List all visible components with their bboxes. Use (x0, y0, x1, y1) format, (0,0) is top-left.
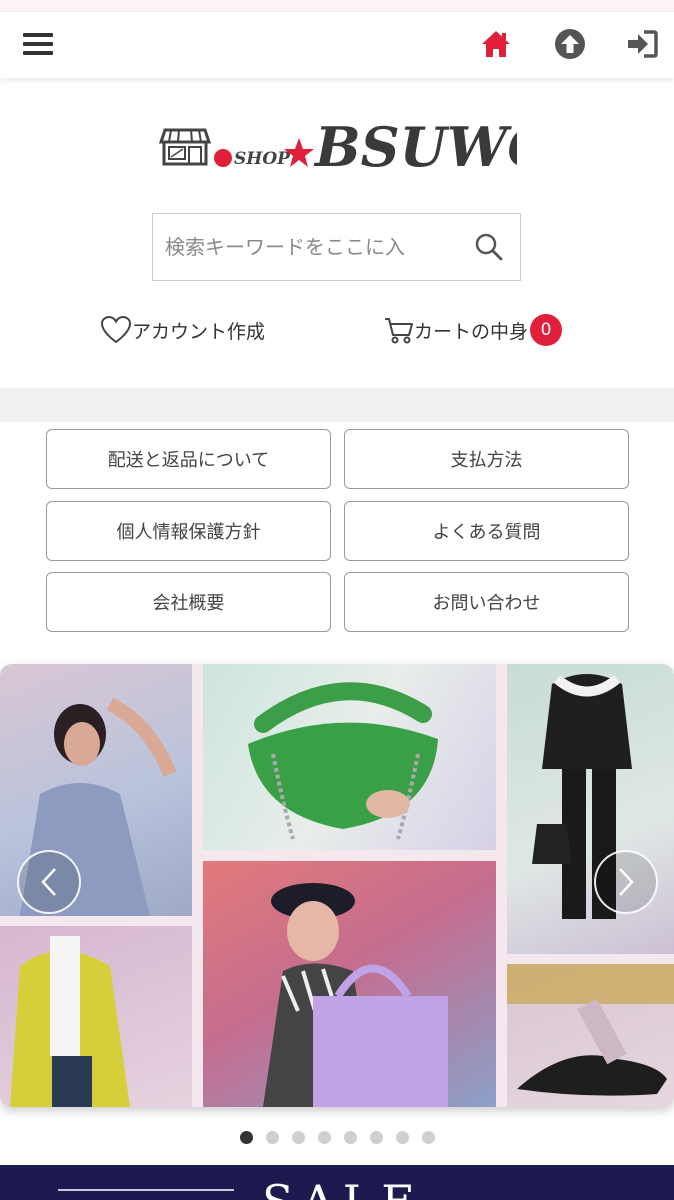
heart-icon (100, 315, 132, 344)
section-divider (0, 388, 674, 422)
cart-count-badge: 0 (530, 314, 563, 346)
carousel-image-loafers (507, 964, 674, 1107)
red-dot-icon (214, 149, 232, 167)
carousel-dot[interactable] (265, 1131, 279, 1144)
carousel-dot[interactable] (291, 1131, 305, 1144)
carousel-dot[interactable] (395, 1131, 409, 1144)
search-input[interactable] (165, 214, 455, 280)
home-icon[interactable] (478, 26, 514, 62)
carousel-dot[interactable] (317, 1131, 331, 1144)
search-icon[interactable] (472, 230, 506, 264)
privacy-policy-button[interactable]: 個人情報保護方針 (46, 501, 331, 561)
shipping-returns-button[interactable]: 配送と返品について (46, 429, 331, 489)
carousel-pagination (0, 1131, 674, 1145)
hamburger-icon[interactable] (20, 26, 56, 62)
sale-banner[interactable]: SALE (0, 1165, 674, 1200)
cart-label: カートの中身 (414, 320, 529, 343)
carousel-dot[interactable] (343, 1131, 357, 1144)
carousel-dot[interactable] (239, 1131, 253, 1144)
chevron-left-icon (41, 868, 56, 896)
account-row: アカウント作成 カートの中身 0 (0, 310, 674, 350)
svg-text:SHOP: SHOP (234, 149, 291, 169)
navbar (0, 12, 674, 78)
svg-text:BSUWG: BSUWG (313, 115, 517, 179)
carousel-dot[interactable] (421, 1131, 435, 1144)
create-account-label: アカウント作成 (132, 320, 266, 343)
shop-storefront-icon (158, 128, 212, 166)
cart-icon (385, 318, 413, 344)
cart-link[interactable]: カートの中身 0 (384, 310, 563, 350)
carousel-next-button[interactable] (594, 850, 658, 914)
top-strip (0, 0, 674, 12)
sale-banner-text: SALE (262, 1179, 423, 1200)
carousel-prev-button[interactable] (17, 850, 81, 914)
carousel-dot[interactable] (369, 1131, 383, 1144)
contact-button[interactable]: お問い合わせ (344, 572, 629, 632)
site-logo[interactable]: SHOP BSUWG (0, 108, 674, 188)
promo-carousel[interactable] (0, 664, 674, 1107)
banner-divider-line (58, 1189, 234, 1191)
carousel-image-model-tote (203, 861, 496, 1107)
carousel-image-yellow-cardigan (0, 926, 192, 1107)
company-info-button[interactable]: 会社概要 (46, 572, 331, 632)
carousel-image-model-black (507, 664, 674, 954)
carousel-image-green-bag (203, 664, 496, 850)
create-account-link[interactable]: アカウント作成 (100, 310, 265, 350)
chevron-right-icon (619, 868, 634, 896)
faq-button[interactable]: よくある質問 (344, 501, 629, 561)
search-box (152, 213, 521, 281)
payment-methods-button[interactable]: 支払方法 (344, 429, 629, 489)
sign-in-icon[interactable] (624, 26, 660, 62)
arrow-up-circle-icon[interactable] (552, 26, 588, 62)
